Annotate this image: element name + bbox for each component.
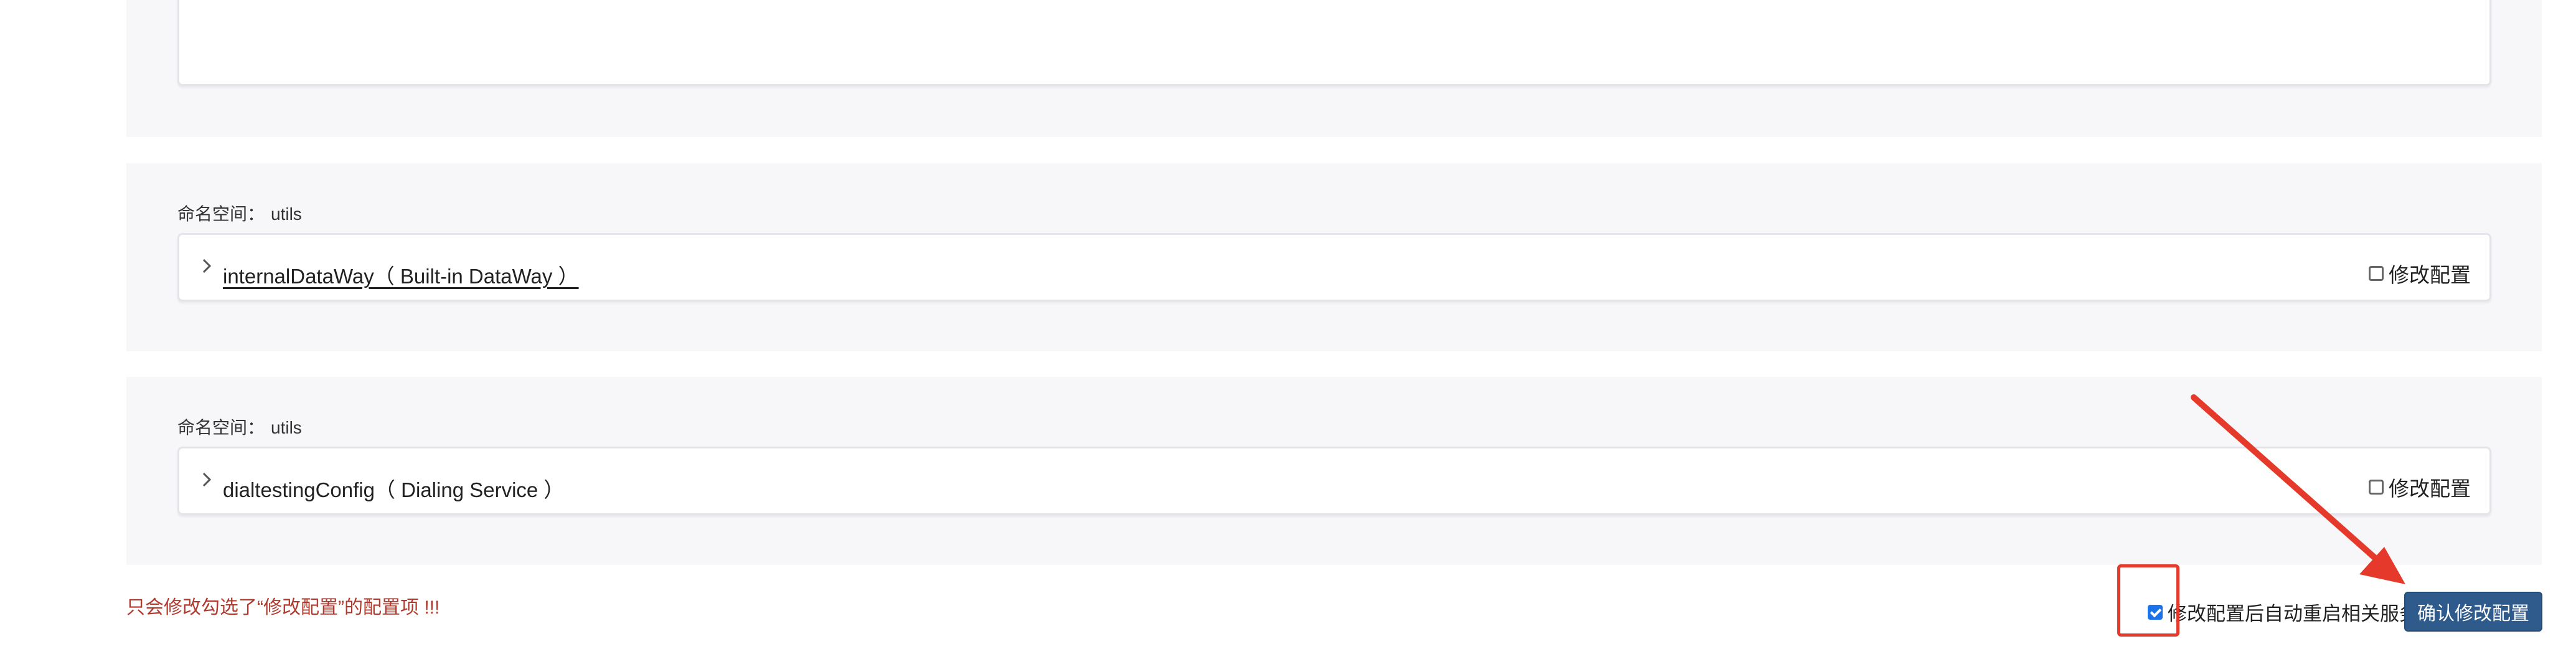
chevron-right-icon[interactable] [200,257,213,281]
auto-restart-toggle[interactable]: 修改配置后自动重启相关服务 [2148,598,2419,626]
config-item-name-1[interactable]: internalDataWay（ Built-in DataWay ） [223,260,579,290]
config-item-name-2[interactable]: dialtestingConfig（ Dialing Service ） [223,473,564,503]
confirm-modify-button[interactable]: 确认修改配置 [2404,592,2542,632]
modify-config-toggle-1[interactable]: 修改配置 [2369,258,2471,288]
config-editor-box-partial [177,0,2491,86]
namespace-label-2: 命名空间： utils [177,414,302,439]
namespace-value: utils [271,418,302,437]
namespace-label-1: 命名空间： utils [177,201,302,225]
namespace-value: utils [271,204,302,224]
modify-config-label-1: 修改配置 [2389,263,2471,287]
chevron-right-icon[interactable] [200,470,213,495]
auto-restart-label: 修改配置后自动重启相关服务 [2168,603,2419,625]
namespace-label-text: 命名空间： [177,204,265,224]
modify-warning-text: 只会修改勾选了“修改配置”的配置项 !!! [126,597,440,618]
red-arrow-annotation [2191,394,2405,584]
namespace-label-text: 命名空间： [177,418,265,437]
checkbox-highlight-annotation [2117,564,2179,637]
modify-config-checkbox-1[interactable] [2369,266,2384,281]
